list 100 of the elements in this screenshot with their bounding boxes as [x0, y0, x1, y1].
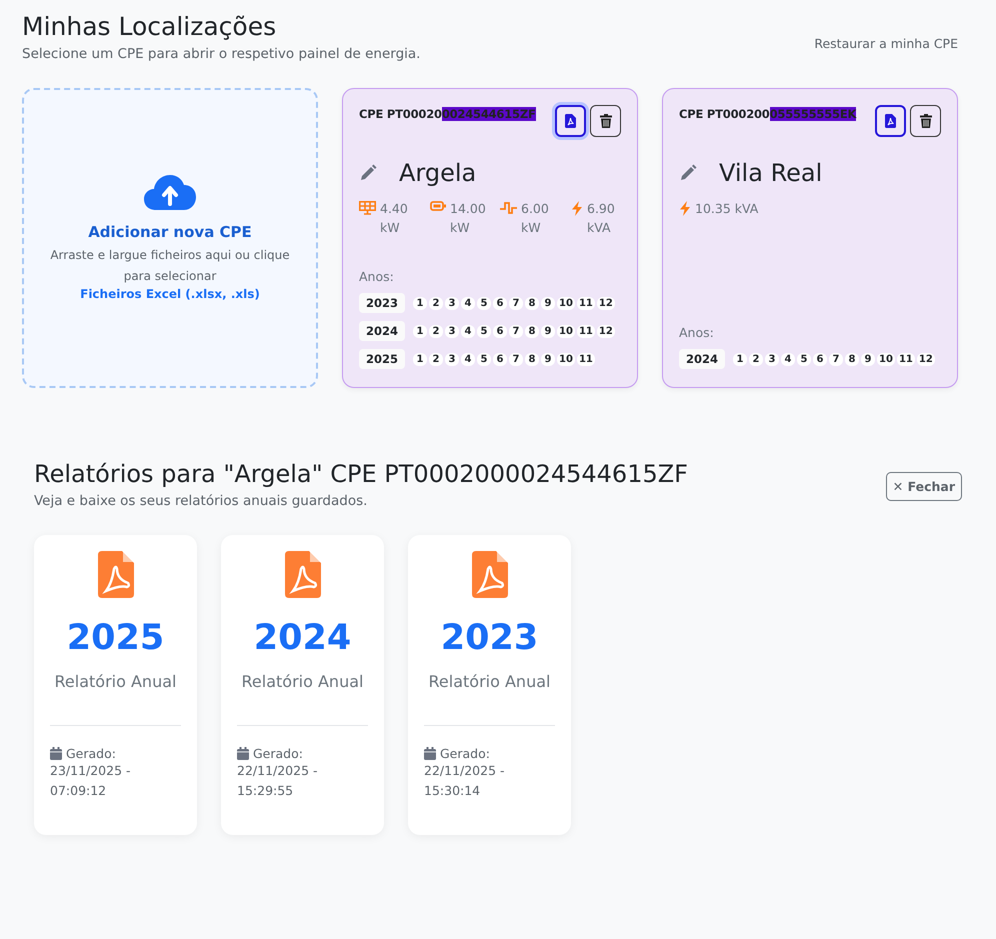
month-chip[interactable]: 1	[413, 324, 428, 338]
month-chip[interactable]: 2	[429, 296, 444, 310]
month-chip[interactable]: 4	[461, 324, 476, 338]
delete-button[interactable]	[590, 105, 621, 137]
upload-hint: Arraste e largue ficheiros aqui ou clique para selecionar	[49, 247, 291, 285]
month-chip[interactable]: 4	[781, 352, 796, 366]
month-chip[interactable]: 6	[493, 324, 508, 338]
stat-value: 14.00 kW	[450, 200, 487, 237]
year-chip[interactable]: 2025	[359, 349, 406, 369]
month-chip[interactable]: 10	[877, 352, 895, 366]
month-chip[interactable]: 5	[477, 324, 492, 338]
report-card[interactable]: 2025 Relatório Anual Gerado: 23/11/2025 - 07:09:12	[34, 535, 197, 835]
upload-dropzone[interactable]: Adicionar nova CPE Arraste e largue ficheiros aqui ou clique para selecionar Ficheiros Excel (.xlsx, .xls)	[22, 88, 318, 388]
cpe-code: CPE PT000200024544615ZF	[359, 106, 537, 121]
year-chip[interactable]: 2023	[359, 293, 406, 313]
month-chip[interactable]: 9	[541, 352, 556, 366]
month-chip[interactable]: 2	[749, 352, 764, 366]
month-chip[interactable]: 7	[829, 352, 844, 366]
month-chip[interactable]: 3	[445, 324, 460, 338]
location-name: Vila Real	[719, 159, 822, 187]
month-chip[interactable]: 7	[509, 296, 524, 310]
stat-value: 10.35 kVA	[695, 200, 758, 218]
upload-title: Adicionar nova CPE	[88, 223, 252, 241]
year-chip[interactable]: 2024	[679, 349, 726, 369]
report-label: Relatório Anual	[428, 672, 550, 691]
month-chip[interactable]: 7	[509, 324, 524, 338]
month-chip[interactable]: 12	[596, 324, 615, 338]
report-year: 2023	[440, 618, 538, 658]
reports-title: Relatórios para "Argela" CPE PT0002000024544615ZF	[34, 460, 688, 488]
pdf-file-icon	[284, 551, 320, 598]
month-chip[interactable]: 3	[765, 352, 780, 366]
location-card[interactable]: CPE PT000200024544615ZF Argela 4.40 kW 14.00 kW 6.00 kW 6.90 kVA Anos: 2023 1 2 3 4 5 6 7 8 9 10 11 12 2024 1 2 3 4 5 6 7 8 9 10 11 12 2025 1 2 3 4 5 6 7 8 9 10 11	[342, 88, 638, 388]
generated-label: Gerado:	[440, 746, 490, 761]
pdf-button[interactable]	[555, 105, 586, 137]
restore-link[interactable]: Restaurar a minha CPE	[814, 36, 958, 51]
generated-label: Gerado:	[66, 746, 116, 761]
month-chip[interactable]: 7	[509, 352, 524, 366]
month-chip[interactable]: 8	[845, 352, 860, 366]
month-chip[interactable]: 4	[461, 296, 476, 310]
month-chip[interactable]: 2	[429, 324, 444, 338]
month-chip[interactable]: 10	[557, 352, 575, 366]
month-chip[interactable]: 6	[813, 352, 828, 366]
month-chip[interactable]: 8	[525, 352, 540, 366]
month-chip[interactable]: 11	[576, 296, 595, 310]
calendar-icon	[424, 747, 436, 760]
generated-date: 22/11/2025 - 15:29:55	[237, 762, 319, 800]
month-chip[interactable]: 11	[576, 352, 595, 366]
month-chip[interactable]: 9	[861, 352, 876, 366]
delete-button[interactable]	[910, 105, 941, 137]
report-card[interactable]: 2023 Relatório Anual Gerado: 22/11/2025 - 15:30:14	[408, 535, 571, 835]
pdf-file-icon	[472, 551, 508, 598]
pdf-button[interactable]	[875, 105, 906, 137]
month-chip[interactable]: 6	[493, 296, 508, 310]
month-chip[interactable]: 4	[461, 352, 476, 366]
report-label: Relatório Anual	[242, 672, 364, 691]
generated-date: 22/11/2025 - 15:30:14	[424, 762, 506, 800]
month-chip[interactable]: 8	[525, 296, 540, 310]
years-label: Anos:	[359, 269, 395, 284]
pdf-file-icon	[565, 114, 576, 128]
location-name: Argela	[399, 159, 476, 187]
month-chip[interactable]: 11	[896, 352, 915, 366]
years-label: Anos:	[679, 325, 715, 340]
report-year: 2025	[66, 618, 164, 658]
month-chip[interactable]: 9	[541, 324, 556, 338]
trash-icon	[600, 114, 612, 128]
month-chip[interactable]: 3	[445, 352, 460, 366]
stat-value: 4.40 kW	[380, 200, 409, 237]
month-chip[interactable]: 3	[445, 296, 460, 310]
month-chip[interactable]: 9	[541, 296, 556, 310]
month-chip[interactable]: 8	[525, 324, 540, 338]
report-card[interactable]: 2024 Relatório Anual Gerado: 22/11/2025 - 15:29:55	[221, 535, 384, 835]
month-chip[interactable]: 11	[576, 324, 595, 338]
file-formats: Ficheiros Excel (.xlsx, .xls)	[80, 287, 260, 301]
year-chip[interactable]: 2024	[359, 321, 406, 341]
month-chip[interactable]: 5	[477, 296, 492, 310]
month-chip[interactable]: 12	[596, 296, 615, 310]
month-chip[interactable]: 10	[557, 296, 575, 310]
month-chip[interactable]: 6	[493, 352, 508, 366]
month-chip[interactable]: 10	[557, 324, 575, 338]
month-chip[interactable]: 1	[413, 296, 428, 310]
generated-label: Gerado:	[253, 746, 303, 761]
month-chip[interactable]: 12	[916, 352, 935, 366]
month-chip[interactable]: 1	[733, 352, 748, 366]
pencil-icon[interactable]	[679, 164, 697, 182]
month-chip[interactable]: 5	[797, 352, 812, 366]
page-subtitle: Selecione um CPE para abrir o respetivo painel de energia.	[22, 46, 420, 62]
reports-subtitle: Veja e baixe os seus relatórios anuais guardados.	[34, 493, 368, 509]
trash-icon	[920, 114, 932, 128]
month-chip[interactable]: 2	[429, 352, 444, 366]
pencil-icon[interactable]	[359, 164, 377, 182]
generated-date: 23/11/2025 - 07:09:12	[50, 762, 132, 800]
month-chip[interactable]: 5	[477, 352, 492, 366]
cloud-upload-icon	[144, 175, 196, 211]
stat-value: 6.90 kVA	[587, 200, 616, 237]
month-chip[interactable]: 1	[413, 352, 428, 366]
calendar-icon	[237, 747, 249, 760]
close-button[interactable]: ✕ Fechar	[886, 472, 962, 501]
calendar-icon	[50, 747, 62, 760]
pdf-file-icon	[885, 114, 896, 128]
report-label: Relatório Anual	[54, 672, 176, 691]
